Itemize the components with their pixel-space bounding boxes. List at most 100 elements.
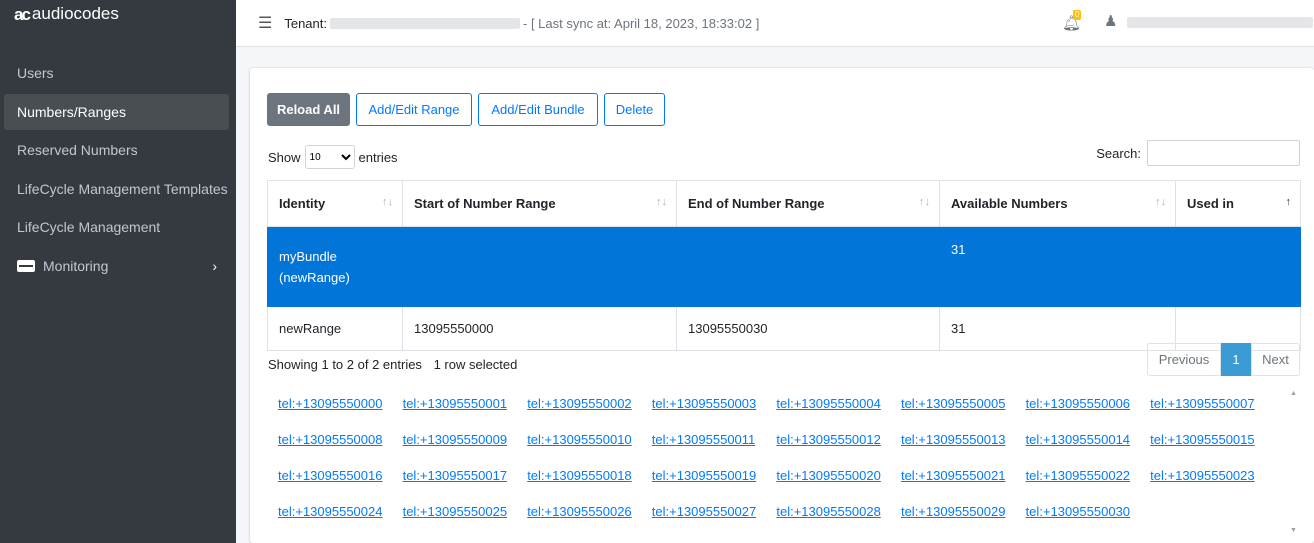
selection-info: 1 row selected [433, 357, 518, 372]
sort-icon: ↑↓ [656, 196, 667, 208]
tel-link[interactable]: tel:+13095550028 [776, 504, 901, 519]
sidebar-nav: Users Numbers/Ranges Reserved Numbers Li… [0, 55, 236, 286]
next-page-button[interactable]: Next [1251, 343, 1300, 376]
sort-icon: ↑↓ [382, 196, 393, 208]
scroll-up-arrow-icon[interactable]: ▲ [1290, 390, 1297, 397]
table-cell [1175, 226, 1301, 307]
column-header-label: Start of Number Range [414, 196, 556, 211]
search-input[interactable] [1147, 140, 1300, 166]
tel-link[interactable]: tel:+13095550022 [1026, 468, 1151, 483]
table-cell [402, 226, 677, 307]
add-edit-bundle-button[interactable]: Add/Edit Bundle [478, 93, 598, 126]
column-header-label: End of Number Range [688, 196, 825, 211]
tel-link[interactable]: tel:+13095550029 [901, 504, 1026, 519]
page-length-control: Show 10 entries [268, 145, 398, 169]
numbers-table: Identity ↑↓ Start of Number Range ↑↓ End o… [267, 180, 1301, 351]
page-length-select[interactable]: 10 [304, 145, 355, 169]
tel-link[interactable]: tel:+13095550014 [1026, 432, 1151, 447]
sidebar-item-label: Users [17, 65, 54, 81]
monitor-icon [17, 259, 35, 272]
sidebar-item-label: Monitoring [43, 257, 109, 274]
tel-link[interactable]: tel:+13095550006 [1026, 396, 1151, 411]
tel-link[interactable]: tel:+13095550015 [1150, 432, 1275, 447]
tel-link[interactable]: tel:+13095550013 [901, 432, 1026, 447]
tel-link[interactable]: tel:+13095550001 [403, 396, 528, 411]
table-row-selected[interactable]: myBundle (newRange) 31 [267, 226, 1301, 307]
tel-link[interactable]: tel:+13095550030 [1026, 504, 1151, 519]
tel-link[interactable]: tel:+13095550007 [1150, 396, 1275, 411]
table-cell: myBundle (newRange) [267, 226, 403, 307]
tel-link[interactable]: tel:+13095550010 [527, 432, 652, 447]
tenant-label: Tenant: [284, 15, 327, 31]
brand-name: audiocodes [31, 4, 119, 23]
sidebar-item-monitoring[interactable]: Monitoring › [4, 248, 229, 284]
user-icon[interactable]: ♟ [1104, 12, 1117, 30]
top-navbar: ☰ Tenant: - [ Last sync at: April 18, 20… [236, 0, 1314, 47]
table-cell: 31 [939, 226, 1176, 307]
content-card: Reload All Add/Edit Range Add/Edit Bundl… [250, 68, 1314, 543]
column-header-used-in[interactable]: Used in ↑ [1175, 180, 1301, 227]
brand[interactable]: ac audiocodes [0, 0, 236, 30]
sidebar-item-numbers-ranges[interactable]: Numbers/Ranges [4, 93, 229, 130]
tel-link[interactable]: tel:+13095550004 [776, 396, 901, 411]
tel-link[interactable]: tel:+13095550008 [278, 432, 403, 447]
sidebar-item-users[interactable]: Users [4, 55, 229, 91]
table-info: Showing 1 to 2 of 2 entries 1 row select… [268, 357, 517, 372]
tel-link[interactable]: tel:+13095550000 [278, 396, 403, 411]
tel-link[interactable]: tel:+13095550016 [278, 468, 403, 483]
reload-all-button[interactable]: Reload All [267, 93, 350, 126]
tel-link[interactable]: tel:+13095550025 [403, 504, 528, 519]
table-cell: 13095550030 [676, 306, 940, 351]
cell-text: myBundle (newRange) [279, 248, 350, 285]
tel-link[interactable]: tel:+13095550002 [527, 396, 652, 411]
cell-text: 31 [951, 242, 966, 257]
column-header-label: Available Numbers [951, 196, 1068, 211]
add-edit-range-button[interactable]: Add/Edit Range [356, 93, 472, 126]
table-cell [676, 226, 940, 307]
chevron-right-icon: › [212, 257, 217, 274]
user-name-redacted[interactable] [1127, 17, 1313, 28]
sidebar-item-reserved-numbers[interactable]: Reserved Numbers [4, 132, 229, 168]
sidebar-item-lifecycle-management[interactable]: LifeCycle Management [4, 209, 229, 245]
tel-link[interactable]: tel:+13095550026 [527, 504, 652, 519]
column-header-identity[interactable]: Identity ↑↓ [267, 180, 403, 227]
tel-link[interactable]: tel:+13095550024 [278, 504, 403, 519]
tel-link[interactable]: tel:+13095550009 [403, 432, 528, 447]
hamburger-menu-icon[interactable]: ☰ [258, 13, 272, 33]
tel-link[interactable]: tel:+13095550023 [1150, 468, 1275, 483]
sidebar-item-label: LifeCycle Management [17, 219, 161, 235]
tel-link[interactable]: tel:+13095550021 [901, 468, 1026, 483]
tel-link[interactable]: tel:+13095550027 [652, 504, 777, 519]
show-label: Show [268, 149, 301, 165]
tel-list-scrollbar[interactable]: ▲ ▼ [1288, 390, 1300, 534]
delete-button[interactable]: Delete [604, 93, 665, 126]
column-header-end-range[interactable]: End of Number Range ↑↓ [676, 180, 940, 227]
tel-link[interactable]: tel:+13095550018 [527, 468, 652, 483]
sort-icon: ↑↓ [1155, 196, 1166, 208]
sidebar: ac audiocodes Users Numbers/Ranges Reser… [0, 0, 236, 543]
tel-link[interactable]: tel:+13095550011 [652, 432, 777, 447]
column-header-start-range[interactable]: Start of Number Range ↑↓ [402, 180, 677, 227]
column-header-label: Identity [279, 196, 326, 211]
column-header-available-numbers[interactable]: Available Numbers ↑↓ [939, 180, 1176, 227]
tel-link[interactable]: tel:+13095550005 [901, 396, 1026, 411]
tel-link[interactable]: tel:+13095550003 [652, 396, 777, 411]
notification-badge: 0 [1073, 10, 1082, 20]
tel-link[interactable]: tel:+13095550012 [776, 432, 901, 447]
scroll-down-arrow-icon[interactable]: ▼ [1290, 527, 1297, 534]
sort-ascending-icon: ↑ [1285, 196, 1292, 208]
sort-icon: ↑↓ [919, 196, 930, 208]
audiocodes-logo: ac [14, 5, 31, 24]
previous-page-button[interactable]: Previous [1147, 343, 1221, 376]
table-cell: 13095550000 [402, 306, 677, 351]
sidebar-item-label: Reserved Numbers [17, 142, 138, 158]
sidebar-item-lifecycle-templates[interactable]: LifeCycle Management Templates [4, 171, 229, 207]
page-1-button[interactable]: 1 [1221, 343, 1251, 376]
table-row[interactable]: newRange 13095550000 13095550030 31 [267, 306, 1301, 351]
tel-link[interactable]: tel:+13095550020 [776, 468, 901, 483]
tel-link[interactable]: tel:+13095550017 [403, 468, 528, 483]
column-header-label: Used in [1187, 196, 1234, 211]
tel-link[interactable]: tel:+13095550019 [652, 468, 777, 483]
tel-link-list: tel:+13095550000 tel:+13095550001 tel:+130… [278, 396, 1278, 519]
sidebar-item-label: Numbers/Ranges [17, 103, 126, 120]
